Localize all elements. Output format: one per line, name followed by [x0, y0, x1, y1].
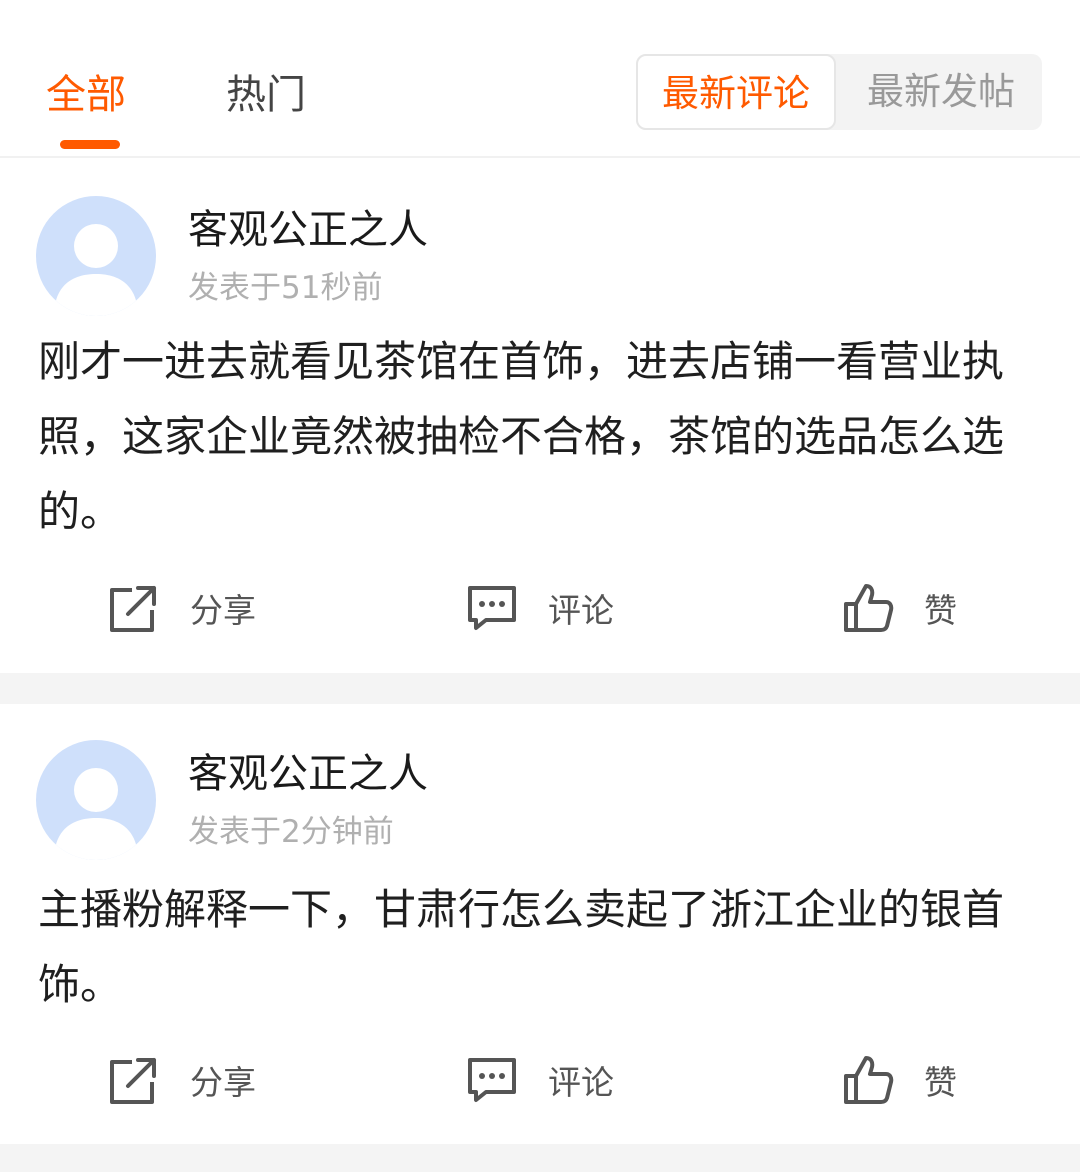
post-time: 发表于51秒前: [188, 270, 383, 306]
top-tab-bar: 全部 热门 最新评论 最新发帖: [0, 0, 1080, 158]
forum-page: 全部 热门 最新评论 最新发帖 客观公正之人 发表于51秒前 刚才一进去就看见茶…: [0, 0, 1080, 1172]
comment-label: 评论: [548, 591, 614, 630]
sort-latest-comment-button[interactable]: 最新评论: [636, 54, 836, 130]
post-card: 客观公正之人 发表于51秒前 刚才一进去就看见茶馆在首饰，进去店铺一看营业执照，…: [0, 158, 1080, 673]
tab-hot[interactable]: 热门: [226, 68, 306, 122]
comment-icon: [468, 586, 516, 630]
share-label: 分享: [190, 591, 256, 630]
like-button[interactable]: 赞: [840, 576, 957, 640]
thumbs-up-icon: [844, 584, 894, 632]
sort-toggle: 最新评论 最新发帖: [636, 54, 1042, 130]
share-button[interactable]: 分享: [106, 1048, 256, 1112]
post-separator: [0, 673, 1080, 704]
avatar-placeholder-icon: [36, 740, 156, 860]
username[interactable]: 客观公正之人: [188, 204, 428, 256]
comment-icon: [468, 1058, 516, 1102]
tab-all[interactable]: 全部: [46, 68, 126, 122]
comment-button[interactable]: 评论: [464, 576, 614, 640]
comment-label: 评论: [548, 1063, 614, 1102]
share-button[interactable]: 分享: [106, 576, 256, 640]
post-card: 客观公正之人 发表于2分钟前 主播粉解释一下，甘肃行怎么卖起了浙江企业的银首饰。…: [0, 704, 1080, 1144]
post-content[interactable]: 刚才一进去就看见茶馆在首饰，进去店铺一看营业执照，这家企业竟然被抽检不合格，茶馆…: [38, 324, 1038, 549]
active-tab-indicator: [60, 140, 120, 149]
comment-button[interactable]: 评论: [464, 1048, 614, 1112]
like-label: 赞: [924, 1063, 957, 1102]
share-icon: [110, 1058, 156, 1104]
share-icon: [110, 586, 156, 632]
avatar[interactable]: [36, 196, 156, 316]
avatar-placeholder-icon: [36, 196, 156, 316]
like-label: 赞: [924, 591, 957, 630]
post-separator: [0, 1144, 1080, 1172]
post-time: 发表于2分钟前: [188, 814, 394, 850]
thumbs-up-icon: [844, 1056, 894, 1104]
share-label: 分享: [190, 1063, 256, 1102]
like-button[interactable]: 赞: [840, 1048, 957, 1112]
username[interactable]: 客观公正之人: [188, 748, 428, 800]
sort-latest-post-button[interactable]: 最新发帖: [840, 54, 1042, 130]
avatar[interactable]: [36, 740, 156, 860]
post-content[interactable]: 主播粉解释一下，甘肃行怎么卖起了浙江企业的银首饰。: [38, 872, 1038, 1022]
